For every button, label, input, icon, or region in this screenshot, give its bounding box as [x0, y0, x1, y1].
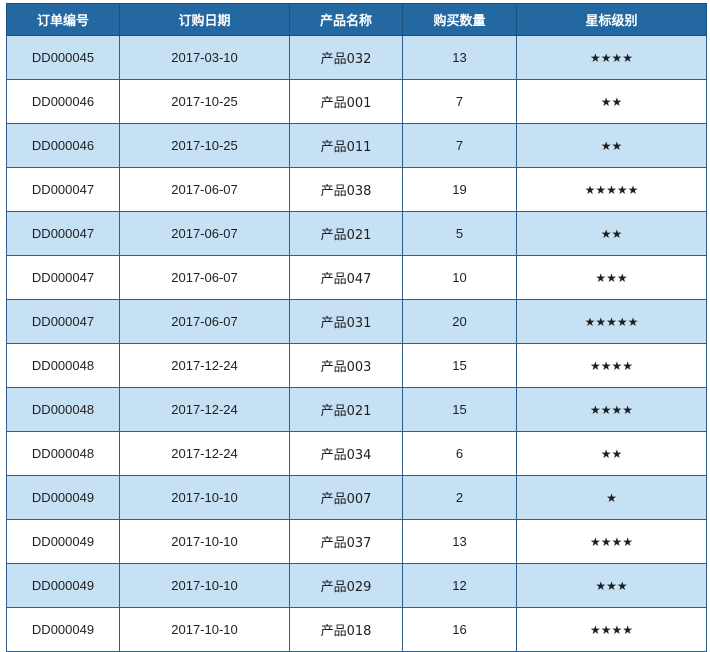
cell-product-name: 产品011	[289, 123, 403, 168]
cell-product-name: 产品031	[289, 299, 403, 344]
cell-order-id: DD000046	[6, 79, 120, 124]
cell-order-date: 2017-10-10	[119, 475, 290, 520]
cell-order-id: DD000045	[6, 35, 120, 80]
orders-table: 订单编号 订购日期 产品名称 购买数量 星标级别 DD000045 2017-03…	[6, 3, 707, 652]
cell-star-rating: ★★★★	[516, 343, 707, 388]
cell-star-rating: ★	[516, 475, 707, 520]
header-star-rating[interactable]: 星标级别	[516, 3, 707, 36]
cell-order-date: 2017-12-24	[119, 387, 290, 432]
header-order-date[interactable]: 订购日期	[119, 3, 290, 36]
cell-star-rating: ★★★★★	[516, 299, 707, 344]
cell-star-rating: ★★★★	[516, 35, 707, 80]
cell-order-id: DD000049	[6, 475, 120, 520]
cell-order-date: 2017-12-24	[119, 343, 290, 388]
table-row[interactable]: DD000047 2017-06-07 产品031 20 ★★★★★	[6, 299, 707, 344]
table-row[interactable]: DD000048 2017-12-24 产品003 15 ★★★★	[6, 343, 707, 388]
cell-product-name: 产品038	[289, 167, 403, 212]
cell-order-id: DD000047	[6, 299, 120, 344]
table-row[interactable]: DD000046 2017-10-25 产品001 7 ★★	[6, 79, 707, 124]
cell-star-rating: ★★★★	[516, 607, 707, 652]
table-row[interactable]: DD000046 2017-10-25 产品011 7 ★★	[6, 123, 707, 168]
cell-quantity: 13	[402, 35, 517, 80]
cell-star-rating: ★★	[516, 79, 707, 124]
table-row[interactable]: DD000048 2017-12-24 产品021 15 ★★★★	[6, 387, 707, 432]
cell-order-date: 2017-03-10	[119, 35, 290, 80]
table-row[interactable]: DD000049 2017-10-10 产品037 13 ★★★★	[6, 519, 707, 564]
cell-quantity: 7	[402, 79, 517, 124]
cell-star-rating: ★★	[516, 431, 707, 476]
cell-order-id: DD000049	[6, 519, 120, 564]
cell-product-name: 产品037	[289, 519, 403, 564]
cell-star-rating: ★★★★	[516, 387, 707, 432]
table-header-row: 订单编号 订购日期 产品名称 购买数量 星标级别	[6, 3, 707, 36]
table-row[interactable]: DD000049 2017-10-10 产品029 12 ★★★	[6, 563, 707, 608]
table-row[interactable]: DD000045 2017-03-10 产品032 13 ★★★★	[6, 35, 707, 80]
cell-order-id: DD000048	[6, 431, 120, 476]
cell-order-date: 2017-12-24	[119, 431, 290, 476]
cell-star-rating: ★★★★★	[516, 167, 707, 212]
cell-order-date: 2017-10-10	[119, 563, 290, 608]
table-row[interactable]: DD000047 2017-06-07 产品038 19 ★★★★★	[6, 167, 707, 212]
cell-quantity: 15	[402, 387, 517, 432]
cell-product-name: 产品029	[289, 563, 403, 608]
cell-quantity: 6	[402, 431, 517, 476]
cell-quantity: 15	[402, 343, 517, 388]
cell-order-date: 2017-10-10	[119, 607, 290, 652]
cell-order-id: DD000047	[6, 211, 120, 256]
cell-star-rating: ★★★	[516, 563, 707, 608]
cell-quantity: 20	[402, 299, 517, 344]
cell-order-id: DD000047	[6, 255, 120, 300]
cell-quantity: 12	[402, 563, 517, 608]
cell-order-id: DD000046	[6, 123, 120, 168]
cell-order-date: 2017-10-10	[119, 519, 290, 564]
cell-star-rating: ★★★	[516, 255, 707, 300]
cell-star-rating: ★★★★	[516, 519, 707, 564]
cell-product-name: 产品018	[289, 607, 403, 652]
cell-quantity: 16	[402, 607, 517, 652]
cell-order-date: 2017-06-07	[119, 299, 290, 344]
cell-order-id: DD000048	[6, 387, 120, 432]
cell-product-name: 产品047	[289, 255, 403, 300]
cell-star-rating: ★★	[516, 211, 707, 256]
cell-order-date: 2017-10-25	[119, 123, 290, 168]
cell-quantity: 7	[402, 123, 517, 168]
table-row[interactable]: DD000049 2017-10-10 产品007 2 ★	[6, 475, 707, 520]
cell-order-date: 2017-06-07	[119, 167, 290, 212]
cell-order-id: DD000048	[6, 343, 120, 388]
cell-order-id: DD000047	[6, 167, 120, 212]
cell-order-id: DD000049	[6, 607, 120, 652]
table-row[interactable]: DD000047 2017-06-07 产品021 5 ★★	[6, 211, 707, 256]
cell-order-id: DD000049	[6, 563, 120, 608]
cell-product-name: 产品021	[289, 211, 403, 256]
cell-quantity: 13	[402, 519, 517, 564]
cell-product-name: 产品021	[289, 387, 403, 432]
header-order-id[interactable]: 订单编号	[6, 3, 120, 36]
table-row[interactable]: DD000048 2017-12-24 产品034 6 ★★	[6, 431, 707, 476]
cell-product-name: 产品007	[289, 475, 403, 520]
cell-quantity: 5	[402, 211, 517, 256]
cell-product-name: 产品003	[289, 343, 403, 388]
cell-order-date: 2017-06-07	[119, 211, 290, 256]
orders-table-container: 订单编号 订购日期 产品名称 购买数量 星标级别 DD000045 2017-03…	[6, 3, 707, 652]
table-body: DD000045 2017-03-10 产品032 13 ★★★★ DD000046 201…	[6, 35, 707, 652]
header-quantity[interactable]: 购买数量	[402, 3, 517, 36]
cell-order-date: 2017-06-07	[119, 255, 290, 300]
header-product-name[interactable]: 产品名称	[289, 3, 403, 36]
cell-product-name: 产品034	[289, 431, 403, 476]
cell-order-date: 2017-10-25	[119, 79, 290, 124]
cell-star-rating: ★★	[516, 123, 707, 168]
table-row[interactable]: DD000047 2017-06-07 产品047 10 ★★★	[6, 255, 707, 300]
cell-quantity: 2	[402, 475, 517, 520]
cell-quantity: 10	[402, 255, 517, 300]
table-row[interactable]: DD000049 2017-10-10 产品018 16 ★★★★	[6, 607, 707, 652]
cell-product-name: 产品032	[289, 35, 403, 80]
cell-product-name: 产品001	[289, 79, 403, 124]
cell-quantity: 19	[402, 167, 517, 212]
